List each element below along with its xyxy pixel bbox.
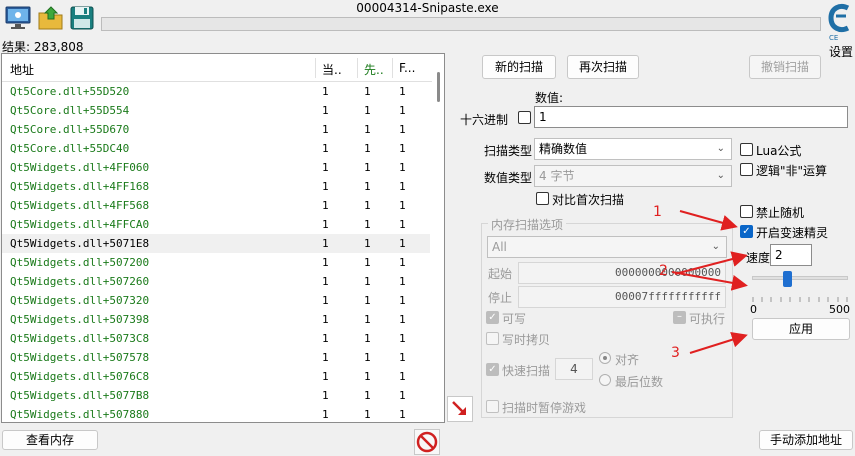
annotation-arrows xyxy=(671,210,748,354)
add-address-manually-button[interactable]: 手动添加地址 xyxy=(759,430,853,450)
view-memory-button[interactable]: 查看内存 xyxy=(2,430,98,450)
stop-scan-icon[interactable] xyxy=(414,429,440,455)
